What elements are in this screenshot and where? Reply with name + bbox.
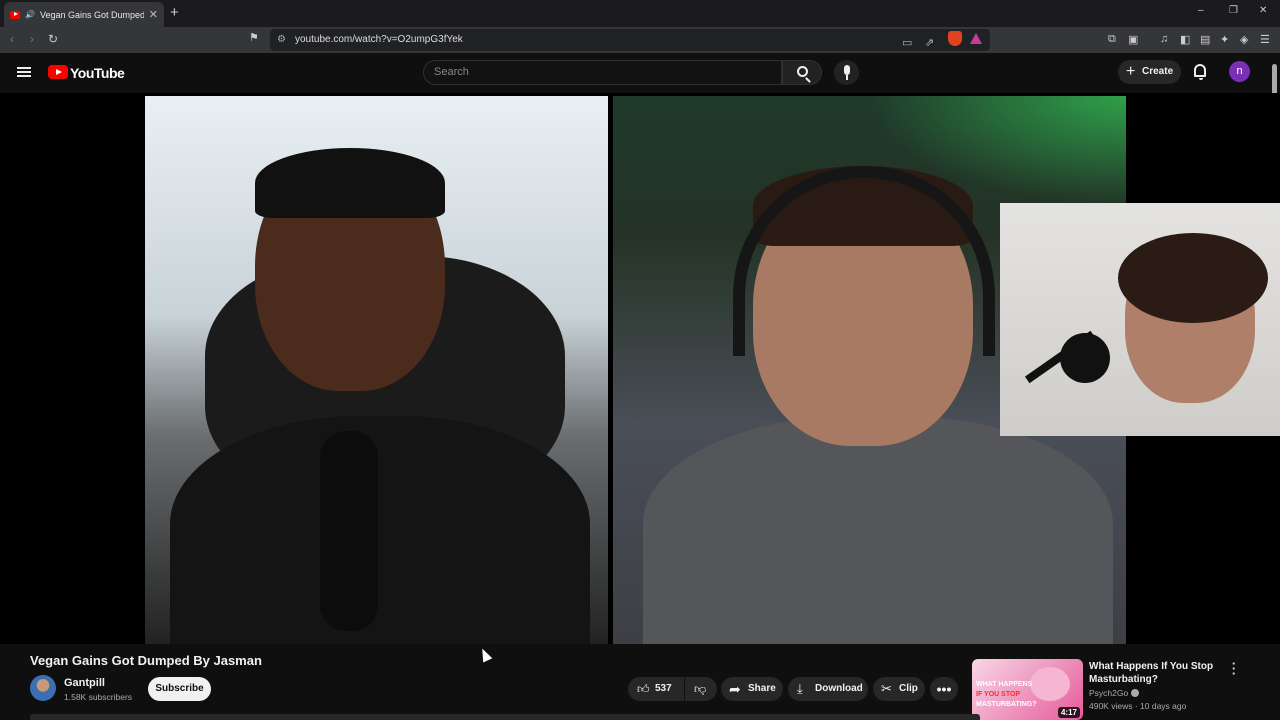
thumbnail-text-3: MASTURBATING?	[976, 701, 1037, 708]
forward-icon[interactable]: ›	[30, 32, 34, 46]
video-left-panel	[145, 96, 608, 644]
more-icon: •••	[936, 681, 952, 697]
extensions-icon[interactable]: ⧉	[1108, 33, 1116, 46]
shirt-shape	[643, 416, 1113, 644]
thumbnail-art	[1030, 667, 1070, 701]
cast-icon[interactable]: ▭	[902, 32, 912, 54]
video-title: Vegan Gains Got Dumped By Jasman	[30, 653, 262, 668]
search-icon	[797, 66, 808, 77]
hamburger-icon[interactable]	[17, 67, 31, 77]
new-tab-button[interactable]: +	[170, 4, 179, 21]
avatar[interactable]: n	[1229, 61, 1250, 82]
channel-avatar[interactable]	[30, 675, 56, 701]
plus-icon: +	[1126, 63, 1136, 80]
browser-tab[interactable]: 🔊 Vegan Gains Got Dumped By ✕	[4, 2, 164, 27]
microphone-shape	[1060, 333, 1110, 383]
reload-icon[interactable]: ↻	[48, 32, 58, 46]
browser-menu-icon[interactable]: ☰	[1260, 33, 1270, 46]
hair-shape	[255, 148, 445, 218]
reaction-overlay	[1000, 203, 1280, 436]
speaker-icon[interactable]: 🔊	[25, 10, 35, 19]
like-count: 537	[655, 683, 672, 694]
verified-icon	[1131, 689, 1140, 697]
brave-shield-icon[interactable]	[948, 31, 962, 46]
close-window-button[interactable]: ✕	[1259, 5, 1267, 16]
youtube-favicon-icon	[10, 10, 20, 19]
dislike-button[interactable]: 👎︎	[685, 677, 717, 701]
reader-icon[interactable]: ▤	[1200, 33, 1210, 46]
tab-title: Vegan Gains Got Dumped By	[39, 9, 144, 20]
thumbnail-text-1: WHAT HAPPENS	[976, 681, 1033, 688]
wallet-icon[interactable]: ▣	[1128, 33, 1138, 46]
search-button[interactable]	[782, 60, 822, 85]
bookmark-icon[interactable]: ⚑	[249, 31, 259, 44]
microphone-shape	[320, 431, 378, 631]
clip-icon: ✂	[881, 681, 892, 696]
subscriber-count: 1.58K subscribers	[64, 692, 133, 702]
recommended-channel[interactable]: Psych2Go	[1089, 688, 1140, 698]
back-icon[interactable]: ‹	[10, 32, 14, 46]
channel-name[interactable]: Gantpill	[64, 677, 105, 689]
search-input[interactable]: Search	[423, 60, 782, 85]
mic-icon[interactable]	[834, 60, 859, 85]
media-icon[interactable]: ♫	[1160, 33, 1168, 45]
more-icon[interactable]: · · ·	[1231, 657, 1237, 680]
recommended-thumbnail[interactable]: WHAT HAPPENS IF YOU STOP MASTURBATING? 4…	[972, 659, 1083, 720]
recommended-meta: 490K views · 10 days ago	[1089, 701, 1187, 711]
youtube-logo-text[interactable]: YouTube	[70, 65, 125, 81]
create-label: Create	[1142, 66, 1174, 77]
vpn-icon[interactable]: ◈	[1240, 33, 1248, 46]
download-label: Download	[815, 683, 863, 694]
url-field[interactable]: ⚙ youtube.com/watch?v=O2umpG3fYek ▭ ⇗	[270, 29, 990, 51]
close-tab-icon[interactable]: ✕	[149, 8, 158, 21]
browser-tab-bar: 🔊 Vegan Gains Got Dumped By ✕ + – ❐ ✕	[0, 0, 1280, 27]
like-button[interactable]: 👍︎ 537	[628, 677, 684, 701]
share-label: Share	[748, 683, 776, 694]
body-shape	[170, 416, 590, 644]
description-box-edge	[30, 714, 980, 720]
restore-window-button[interactable]: ❐	[1229, 5, 1238, 16]
create-button[interactable]: + Create	[1118, 60, 1181, 84]
url-text: youtube.com/watch?v=O2umpG3fYek	[295, 34, 463, 45]
bell-icon[interactable]	[1194, 64, 1206, 80]
sidebar-icon[interactable]: ◧	[1180, 33, 1190, 46]
share-button[interactable]: ➦ Share	[721, 677, 783, 701]
address-bar-row: ‹ › ↻ ⚙ youtube.com/watch?v=O2umpG3fYek …	[0, 27, 1280, 53]
leo-ai-icon[interactable]: ✦	[1220, 33, 1229, 46]
thumbnail-text-2: IF YOU STOP	[976, 691, 1021, 698]
share-page-icon[interactable]: ⇗	[925, 32, 934, 54]
more-actions-button[interactable]: •••	[930, 677, 958, 701]
dislike-icon: 👎︎	[694, 682, 707, 696]
download-button[interactable]: ⤓ Download	[788, 677, 868, 701]
like-icon: 👍︎	[637, 682, 650, 696]
download-icon: ⤓	[797, 681, 803, 696]
youtube-logo-icon[interactable]	[48, 65, 68, 79]
recommended-title[interactable]: What Happens If You Stop Masturbating?	[1089, 660, 1229, 686]
video-player[interactable]	[0, 93, 1280, 644]
subscribe-button[interactable]: Subscribe	[148, 677, 211, 701]
clip-button[interactable]: ✂ Clip	[873, 677, 925, 701]
clip-label: Clip	[899, 683, 918, 694]
share-icon: ➦	[729, 681, 741, 697]
mouse-cursor	[477, 646, 493, 663]
recommended-channel-name: Psych2Go	[1089, 688, 1129, 698]
rewards-icon[interactable]	[970, 33, 982, 44]
site-info-icon[interactable]: ⚙	[277, 29, 286, 51]
minimize-window-button[interactable]: –	[1198, 5, 1204, 16]
hair-shape	[1118, 233, 1268, 323]
video-duration: 4:17	[1057, 707, 1080, 718]
